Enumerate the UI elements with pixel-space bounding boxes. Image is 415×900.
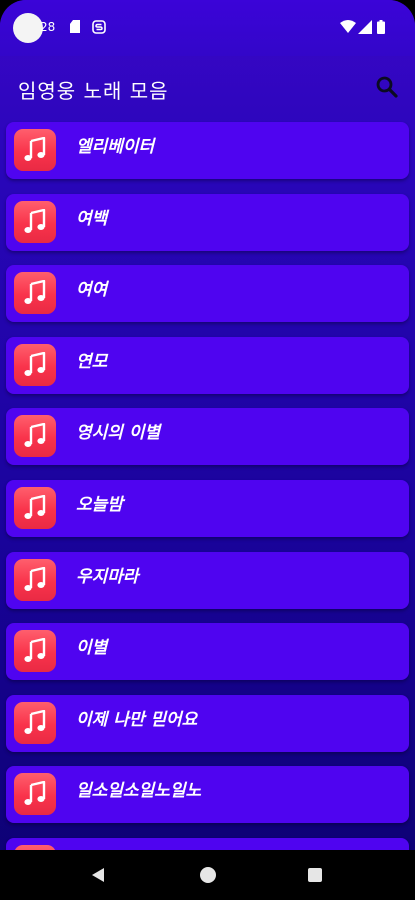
s-app-icon	[92, 20, 106, 34]
song-title: 여여	[76, 280, 108, 301]
back-icon[interactable]	[91, 867, 105, 883]
app-screen: 28 임영웅 노래 모음 엘리베이터여백여여연모영시의 이별오늘밤우지마라이별이…	[0, 0, 415, 900]
music-note-icon	[14, 200, 56, 243]
song-list-item[interactable]: 엘리베이터	[6, 122, 409, 179]
music-note-glyph	[24, 495, 46, 519]
song-list-item[interactable]: 이제 나만 믿어요	[6, 694, 409, 752]
song-title: 여백	[76, 208, 108, 229]
music-note-glyph	[24, 208, 46, 233]
music-note-icon	[14, 773, 56, 816]
song-title: 영시의 이별	[76, 423, 161, 444]
song-title: 엘리베이터	[76, 137, 155, 157]
song-list-item[interactable]	[6, 838, 409, 850]
signal-icon	[358, 20, 372, 34]
music-note-icon	[14, 630, 56, 673]
music-note-icon	[14, 487, 56, 529]
music-note-glyph	[24, 709, 46, 734]
app-bar: 임영웅 노래 모음	[0, 56, 415, 118]
camera-cutout	[13, 13, 43, 43]
music-note-glyph	[24, 638, 46, 663]
song-list-item[interactable]: 여백	[6, 193, 409, 251]
wifi-icon	[340, 20, 356, 33]
song-title: 연모	[76, 351, 108, 372]
song-list-item[interactable]: 일소일소일노일노	[6, 766, 409, 824]
music-note-icon	[14, 558, 56, 601]
song-list: 엘리베이터여백여여연모영시의 이별오늘밤우지마라이별이제 나만 믿어요일소일소일…	[0, 120, 415, 850]
song-title: 이별	[76, 638, 108, 659]
music-note-glyph	[24, 280, 46, 305]
music-note-icon	[14, 415, 56, 458]
song-list-item[interactable]: 이별	[6, 623, 409, 681]
music-note-icon	[14, 129, 56, 171]
song-list-item[interactable]: 영시의 이별	[6, 408, 409, 466]
music-note-icon	[14, 701, 56, 744]
music-note-glyph	[24, 423, 46, 448]
song-title: 우지마라	[76, 566, 139, 587]
song-list-item[interactable]: 여여	[6, 265, 409, 323]
music-note-icon	[14, 272, 56, 315]
song-list-item[interactable]: 우지마라	[6, 551, 409, 609]
recents-icon[interactable]	[308, 868, 322, 882]
music-note-glyph	[24, 137, 46, 161]
home-icon[interactable]	[200, 867, 216, 883]
song-title: 일소일소일노일노	[76, 781, 202, 802]
music-note-glyph	[24, 351, 46, 376]
music-note-glyph	[24, 566, 46, 591]
search-icon[interactable]	[374, 74, 400, 100]
music-note-icon	[14, 343, 56, 386]
battery-icon	[377, 20, 385, 34]
status-bar: 28	[0, 0, 415, 56]
song-list-item[interactable]: 오늘밤	[6, 480, 409, 537]
music-note-glyph	[24, 781, 46, 806]
status-time: 28	[40, 20, 56, 34]
song-title: 이제 나만 믿어요	[76, 709, 198, 730]
sd-card-icon	[70, 20, 80, 33]
page-title: 임영웅 노래 모음	[18, 79, 169, 103]
song-list-item[interactable]: 연모	[6, 336, 409, 394]
song-title: 오늘밤	[76, 495, 123, 515]
navigation-bar	[0, 850, 415, 900]
